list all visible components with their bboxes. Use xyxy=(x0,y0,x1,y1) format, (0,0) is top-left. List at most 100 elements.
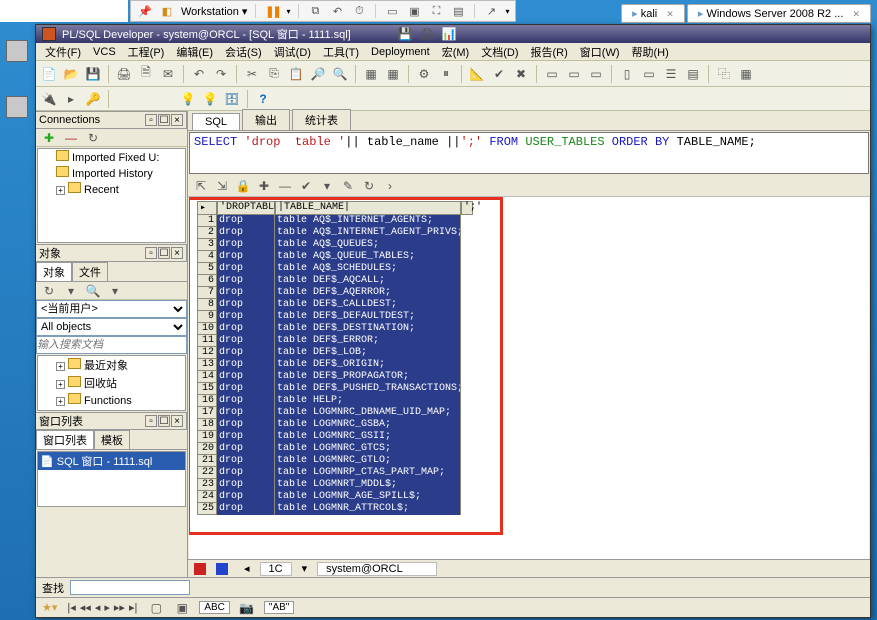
current-user-dropdown[interactable]: <当前用户> xyxy=(36,300,187,318)
all-objects-dropdown[interactable]: All objects xyxy=(36,318,187,336)
find-icon[interactable]: ▦ xyxy=(362,65,380,83)
table-row[interactable]: 15droptable DEF$_PUSHED_TRANSACTIONS; xyxy=(197,383,473,395)
explain-icon[interactable]: ▭ xyxy=(587,65,605,83)
arrowr-icon[interactable]: ▸ xyxy=(62,90,80,108)
new-icon[interactable]: 📄 xyxy=(40,65,58,83)
menu-help[interactable]: 帮助(H) xyxy=(627,43,674,61)
panel-pin-icon[interactable]: ▫ xyxy=(145,415,157,427)
panel-close-icon[interactable]: × xyxy=(171,415,183,427)
tab-kali[interactable]: ▸ kali ✕ xyxy=(621,4,685,23)
view2-icon[interactable]: ▣ xyxy=(406,3,422,19)
commit-icon[interactable]: ✔ xyxy=(490,65,508,83)
table-row[interactable]: 14droptable DEF$_PROPAGATOR; xyxy=(197,371,473,383)
result-more-icon[interactable]: › xyxy=(381,177,399,195)
result-add-icon[interactable]: ✚ xyxy=(255,177,273,195)
tab-stats[interactable]: 统计表 xyxy=(292,109,351,130)
execute-icon[interactable]: ⚙ xyxy=(415,65,433,83)
window-list-item[interactable]: 📄 SQL 窗口 - 1111.sql xyxy=(38,452,185,470)
mail-icon[interactable]: ✉ xyxy=(159,65,177,83)
table-row[interactable]: 12droptable DEF$_LOB; xyxy=(197,347,473,359)
objwin-icon[interactable]: ▭ xyxy=(543,65,561,83)
light-icon[interactable]: 💡 xyxy=(179,90,197,108)
table-row[interactable]: 3droptable AQ$_QUEUES; xyxy=(197,239,473,251)
rollback-icon[interactable]: ✖ xyxy=(512,65,530,83)
plan-icon[interactable]: 📐 xyxy=(468,65,486,83)
key-icon[interactable]: 🔑 xyxy=(84,90,102,108)
fullscreen-icon[interactable]: ⛶ xyxy=(428,3,444,19)
findnext-icon[interactable]: ▦ xyxy=(384,65,402,83)
menu-edit[interactable]: 编辑(E) xyxy=(171,43,218,61)
menu-file[interactable]: 文件(F) xyxy=(40,43,86,61)
tab-winserver[interactable]: ▸ Windows Server 2008 R2 ... ✕ xyxy=(687,4,871,23)
table-row[interactable]: 20droptable LOGMNRC_GTCS; xyxy=(197,443,473,455)
cut-icon[interactable]: ✂ xyxy=(243,65,261,83)
grid-col-droptable[interactable]: 'DROPTABLE' xyxy=(217,201,275,215)
layout1-icon[interactable]: ▯ xyxy=(618,65,636,83)
result-refresh-icon[interactable]: ↻ xyxy=(360,177,378,195)
table-row[interactable]: 25droptable LOGMNR_ATTRCOL$; xyxy=(197,503,473,515)
menu-project[interactable]: 工程(P) xyxy=(123,43,170,61)
table-row[interactable]: 1droptable AQ$_INTERNET_AGENTS; xyxy=(197,215,473,227)
grid-rownum-header[interactable]: ▸ xyxy=(197,201,217,215)
desktop-icon[interactable] xyxy=(4,40,30,80)
panel-undock-icon[interactable]: ☐ xyxy=(158,415,170,427)
table-row[interactable]: 6droptable DEF$_AQCALL; xyxy=(197,275,473,287)
break-icon[interactable]: ⏸ xyxy=(437,65,455,83)
obj-refresh-icon[interactable]: ↻ xyxy=(40,282,58,300)
table-row[interactable]: 2droptable AQ$_INTERNET_AGENT_PRIVS; xyxy=(197,227,473,239)
result-nav2-icon[interactable]: ⇲ xyxy=(213,177,231,195)
layout3-icon[interactable]: ☰ xyxy=(662,65,680,83)
help-icon[interactable]: ? xyxy=(254,90,272,108)
copy-icon[interactable]: ⎘ xyxy=(265,65,283,83)
menu-macro[interactable]: 宏(M) xyxy=(437,43,475,61)
obj-filter-icon[interactable]: ▾ xyxy=(62,282,80,300)
result-del-icon[interactable]: — xyxy=(276,177,294,195)
toggle1-icon[interactable]: ▢ xyxy=(147,599,165,617)
search-input[interactable] xyxy=(36,336,187,354)
menu-session[interactable]: 会话(S) xyxy=(220,43,267,61)
table-row[interactable]: 19droptable LOGMNRC_GSII; xyxy=(197,431,473,443)
layout4-icon[interactable]: ▤ xyxy=(684,65,702,83)
objects-tree[interactable]: +最近对象 +回收站 +Functions xyxy=(37,355,186,411)
result-edit-icon[interactable]: ✎ xyxy=(339,177,357,195)
table-row[interactable]: 24droptable LOGMNR_AGE_SPILL$; xyxy=(197,491,473,503)
panel-close-icon[interactable]: × xyxy=(171,114,183,126)
result-commit-icon[interactable]: ✔ xyxy=(297,177,315,195)
find-input[interactable] xyxy=(70,580,190,595)
pin-icon[interactable]: 📌 xyxy=(137,3,153,19)
winlist-tab-windows[interactable]: 窗口列表 xyxy=(36,430,94,449)
table-row[interactable]: 7droptable DEF$_AQERROR; xyxy=(197,287,473,299)
table-row[interactable]: 17droptable LOGMNRC_DBNAME_UID_MAP; xyxy=(197,407,473,419)
cmdwin-icon[interactable]: ▭ xyxy=(565,65,583,83)
panel-pin-icon[interactable]: ▫ xyxy=(145,247,157,259)
print-result-icon[interactable]: 🖨 xyxy=(418,25,436,43)
table-row[interactable]: 22droptable LOGMNRP_CTAS_PART_MAP; xyxy=(197,467,473,479)
close-icon[interactable]: ✕ xyxy=(852,9,860,19)
toggle2-icon[interactable]: ▣ xyxy=(173,599,191,617)
tab-sql[interactable]: SQL xyxy=(192,113,240,130)
result-lock-icon[interactable]: 🔒 xyxy=(234,177,252,195)
light2-icon[interactable]: 💡 xyxy=(201,90,219,108)
result-nav1-icon[interactable]: ⇱ xyxy=(192,177,210,195)
table-row[interactable]: 21droptable LOGMNRC_GTLO; xyxy=(197,455,473,467)
add-conn-icon[interactable]: ✚ xyxy=(40,129,58,147)
revert-icon[interactable]: ↶ xyxy=(329,3,345,19)
export-icon[interactable]: 💾 xyxy=(396,25,414,43)
db-icon[interactable]: 🗄 xyxy=(223,90,241,108)
connections-tree[interactable]: Imported Fixed U: Imported History +Rece… xyxy=(37,148,186,243)
snapshot-icon[interactable]: ⧉ xyxy=(307,3,323,19)
tile-icon[interactable]: ▦ xyxy=(737,65,755,83)
table-row[interactable]: 4droptable AQ$_QUEUE_TABLES; xyxy=(197,251,473,263)
menu-deployment[interactable]: Deployment xyxy=(366,45,435,59)
unity-icon[interactable]: ▤ xyxy=(450,3,466,19)
menu-window[interactable]: 窗口(W) xyxy=(575,43,625,61)
close-icon[interactable]: ✕ xyxy=(666,9,674,19)
menu-debug[interactable]: 调试(D) xyxy=(269,43,316,61)
table-row[interactable]: 10droptable DEF$_DESTINATION; xyxy=(197,323,473,335)
connect-icon[interactable]: 🔌 xyxy=(40,90,58,108)
table-row[interactable]: 5droptable AQ$_SCHEDULES; xyxy=(197,263,473,275)
obj-dd-icon[interactable]: ▾ xyxy=(106,282,124,300)
panel-undock-icon[interactable]: ☐ xyxy=(158,247,170,259)
camera-icon[interactable]: 📷 xyxy=(238,599,256,617)
layout2-icon[interactable]: ▭ xyxy=(640,65,658,83)
